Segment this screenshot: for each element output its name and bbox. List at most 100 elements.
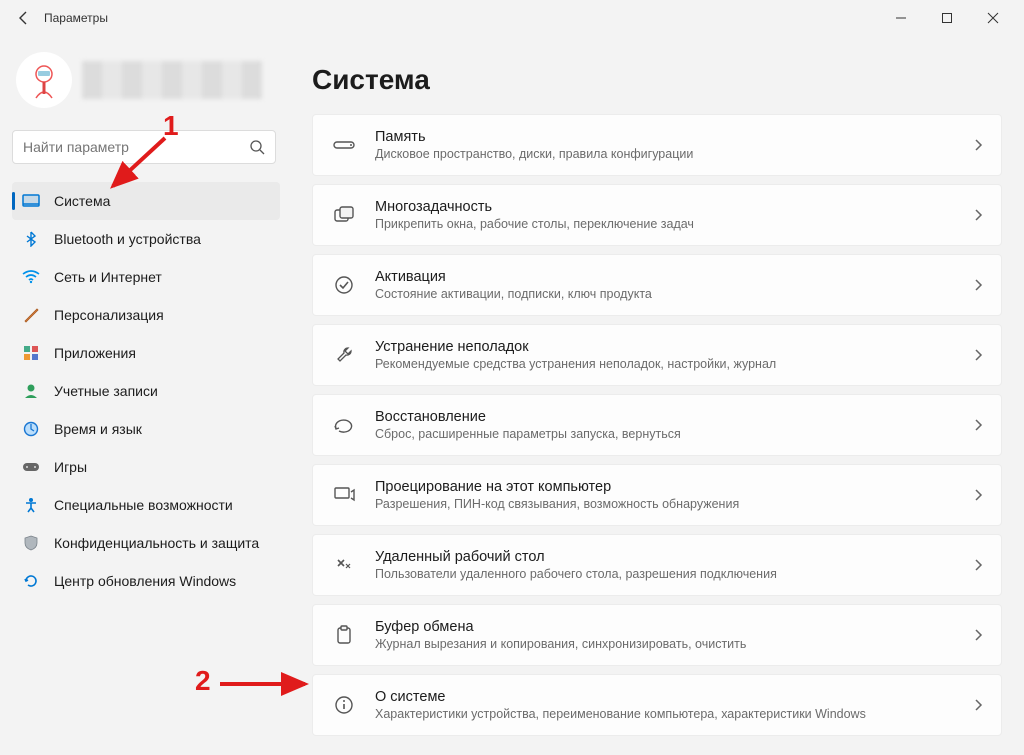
card-storage[interactable]: Память Дисковое пространство, диски, пра…	[312, 114, 1002, 176]
app-title: Параметры	[44, 11, 108, 25]
sidebar-item-apps[interactable]: Приложения	[12, 334, 280, 372]
sidebar-item-label: Центр обновления Windows	[54, 573, 236, 589]
avatar	[16, 52, 72, 108]
card-title: О системе	[375, 689, 973, 705]
window-controls	[878, 2, 1016, 34]
card-title: Удаленный рабочий стол	[375, 549, 973, 565]
wifi-icon	[22, 268, 40, 286]
search-box[interactable]	[12, 130, 276, 164]
close-icon	[987, 12, 999, 24]
back-arrow-icon	[16, 10, 32, 26]
card-subtitle: Сброс, расширенные параметры запуска, ве…	[375, 427, 973, 441]
back-button[interactable]	[8, 2, 40, 34]
card-text: Удаленный рабочий стол Пользователи удал…	[375, 549, 973, 581]
sidebar-item-games[interactable]: Игры	[12, 448, 280, 486]
card-subtitle: Разрешения, ПИН-код связывания, возможно…	[375, 497, 973, 511]
card-project[interactable]: Проецирование на этот компьютер Разрешен…	[312, 464, 1002, 526]
wrench-icon	[331, 342, 357, 368]
card-text: Проецирование на этот компьютер Разрешен…	[375, 479, 973, 511]
chevron-right-icon	[973, 628, 983, 642]
main-panel: Система Память Дисковое пространство, ди…	[290, 36, 1024, 755]
shield-icon	[22, 534, 40, 552]
person-icon	[22, 382, 40, 400]
sidebar-item-time[interactable]: Время и язык	[12, 410, 280, 448]
card-text: Восстановление Сброс, расширенные параме…	[375, 409, 973, 441]
chevron-right-icon	[973, 278, 983, 292]
card-subtitle: Пользователи удаленного рабочего стола, …	[375, 567, 973, 581]
titlebar: Параметры	[0, 0, 1024, 36]
clipboard-icon	[331, 622, 357, 648]
update-icon	[22, 572, 40, 590]
card-title: Устранение неполадок	[375, 339, 973, 355]
card-remote-desktop[interactable]: Удаленный рабочий стол Пользователи удал…	[312, 534, 1002, 596]
settings-cards: Память Дисковое пространство, диски, пра…	[312, 114, 1002, 740]
card-clipboard[interactable]: Буфер обмена Журнал вырезания и копирова…	[312, 604, 1002, 666]
sidebar: Система Bluetooth и устройства Сеть и Ин…	[0, 36, 290, 755]
maximize-icon	[941, 12, 953, 24]
sidebar-item-label: Сеть и Интернет	[54, 269, 162, 285]
sidebar-item-accounts[interactable]: Учетные записи	[12, 372, 280, 410]
card-recovery[interactable]: Восстановление Сброс, расширенные параме…	[312, 394, 1002, 456]
sidebar-item-bluetooth[interactable]: Bluetooth и устройства	[12, 220, 280, 258]
card-subtitle: Состояние активации, подписки, ключ прод…	[375, 287, 973, 301]
profile-name-redacted	[82, 61, 262, 99]
sidebar-item-label: Время и язык	[54, 421, 142, 437]
storage-icon	[331, 132, 357, 158]
sidebar-item-privacy[interactable]: Конфиденциальность и защита	[12, 524, 280, 562]
card-troubleshoot[interactable]: Устранение неполадок Рекомендуемые средс…	[312, 324, 1002, 386]
search-input[interactable]	[23, 139, 249, 155]
multitask-icon	[331, 202, 357, 228]
card-text: Буфер обмена Журнал вырезания и копирова…	[375, 619, 973, 651]
chevron-right-icon	[973, 138, 983, 152]
profile-block[interactable]	[12, 44, 280, 126]
card-multitasking[interactable]: Многозадачность Прикрепить окна, рабочие…	[312, 184, 1002, 246]
card-title: Активация	[375, 269, 973, 285]
recovery-icon	[331, 412, 357, 438]
chevron-right-icon	[973, 208, 983, 222]
sidebar-item-label: Конфиденциальность и защита	[54, 535, 259, 551]
minimize-icon	[895, 12, 907, 24]
chevron-right-icon	[973, 348, 983, 362]
sidebar-item-label: Приложения	[54, 345, 136, 361]
card-about[interactable]: О системе Характеристики устройства, пер…	[312, 674, 1002, 736]
card-subtitle: Прикрепить окна, рабочие столы, переключ…	[375, 217, 973, 231]
card-text: Многозадачность Прикрепить окна, рабочие…	[375, 199, 973, 231]
sidebar-item-label: Персонализация	[54, 307, 164, 323]
check-circle-icon	[331, 272, 357, 298]
card-activation[interactable]: Активация Состояние активации, подписки,…	[312, 254, 1002, 316]
card-text: Активация Состояние активации, подписки,…	[375, 269, 973, 301]
sidebar-item-label: Специальные возможности	[54, 497, 233, 513]
card-title: Восстановление	[375, 409, 973, 425]
card-text: Устранение неполадок Рекомендуемые средс…	[375, 339, 973, 371]
sidebar-nav: Система Bluetooth и устройства Сеть и Ин…	[12, 182, 280, 600]
sidebar-item-system[interactable]: Система	[12, 182, 280, 220]
minimize-button[interactable]	[878, 2, 924, 34]
remote-icon	[331, 552, 357, 578]
search-icon	[249, 139, 265, 155]
sidebar-item-label: Игры	[54, 459, 87, 475]
maximize-button[interactable]	[924, 2, 970, 34]
apps-icon	[22, 344, 40, 362]
card-subtitle: Дисковое пространство, диски, правила ко…	[375, 147, 973, 161]
display-icon	[22, 192, 40, 210]
accessibility-icon	[22, 496, 40, 514]
sidebar-item-personalization[interactable]: Персонализация	[12, 296, 280, 334]
sidebar-item-accessibility[interactable]: Специальные возможности	[12, 486, 280, 524]
bluetooth-icon	[22, 230, 40, 248]
page-title: Система	[312, 64, 1002, 96]
project-icon	[331, 482, 357, 508]
card-title: Память	[375, 129, 973, 145]
chevron-right-icon	[973, 418, 983, 432]
card-subtitle: Рекомендуемые средства устранения непола…	[375, 357, 973, 371]
sidebar-item-network[interactable]: Сеть и Интернет	[12, 258, 280, 296]
card-subtitle: Журнал вырезания и копирования, синхрони…	[375, 637, 973, 651]
chevron-right-icon	[973, 698, 983, 712]
card-title: Многозадачность	[375, 199, 973, 215]
brush-icon	[22, 306, 40, 324]
sidebar-item-update[interactable]: Центр обновления Windows	[12, 562, 280, 600]
card-text: Память Дисковое пространство, диски, пра…	[375, 129, 973, 161]
close-button[interactable]	[970, 2, 1016, 34]
chevron-right-icon	[973, 488, 983, 502]
chevron-right-icon	[973, 558, 983, 572]
clock-globe-icon	[22, 420, 40, 438]
